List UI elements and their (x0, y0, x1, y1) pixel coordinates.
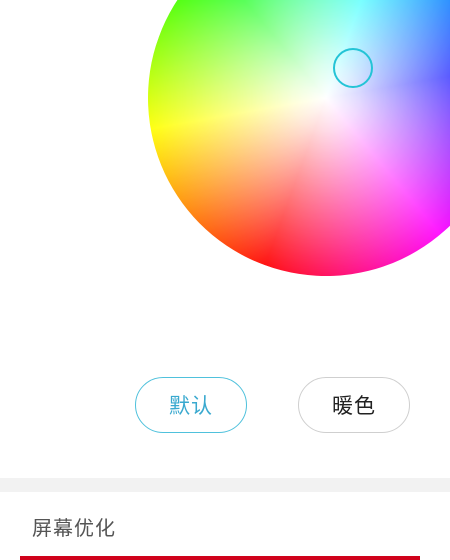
color-temperature-screen: 默认 暖色 屏幕优化 (0, 0, 450, 560)
color-selector-handle[interactable] (333, 48, 373, 88)
warm-button-label: 暖色 (332, 394, 376, 418)
warm-button[interactable]: 暖色 (298, 377, 410, 433)
color-wheel[interactable] (97, 0, 450, 327)
section-divider (0, 478, 450, 492)
default-button-label: 默认 (169, 394, 213, 418)
screen-optimization-title: 屏幕优化 (32, 516, 116, 540)
default-button[interactable]: 默认 (135, 377, 247, 433)
bottom-accent-bar (20, 556, 420, 560)
